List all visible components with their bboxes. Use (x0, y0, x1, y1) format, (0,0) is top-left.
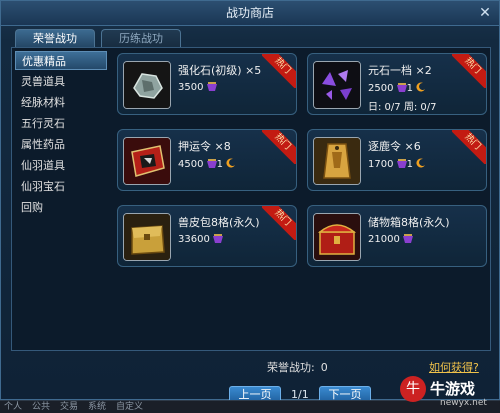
hot-ribbon: 热门 (262, 54, 296, 88)
honor-coin-icon (396, 159, 407, 168)
chat-tab-system[interactable]: 系统 (88, 401, 106, 413)
watermark-logo: 牛 (400, 376, 426, 402)
tab-honor-merit[interactable]: 荣誉战功 (15, 29, 95, 48)
sidebar-item-discount[interactable]: 优惠精品 (15, 51, 107, 70)
how-to-obtain-link[interactable]: 如何获得? (429, 359, 479, 375)
honor-coin-icon (206, 159, 217, 168)
storage-chest-icon (313, 213, 361, 261)
sidebar-item-five-elements[interactable]: 五行灵石 (15, 114, 107, 133)
item-name: 兽皮包8格(永久) (178, 216, 260, 229)
chat-tab-custom[interactable]: 自定义 (116, 401, 143, 413)
shop-window: 战功商店 ✕ 荣誉战功 历练战功 优惠精品 灵兽道具 经脉材料 五行灵石 属性药… (0, 0, 500, 404)
item-name: 逐鹿令 (368, 140, 401, 153)
item-price: 33600 (178, 234, 210, 245)
sidebar-item-buyback[interactable]: 回购 (15, 198, 107, 217)
category-sidebar: 优惠精品 灵兽道具 经脉材料 五行灵石 属性药品 仙羽道具 仙羽宝石 回购 (15, 51, 107, 347)
sidebar-item-wing-gems[interactable]: 仙羽宝石 (15, 177, 107, 196)
sidebar-item-meridian[interactable]: 经脉材料 (15, 93, 107, 112)
window-title: 战功商店 (225, 6, 274, 20)
item-price: 1700 (368, 159, 394, 170)
moon-count: 1 (406, 83, 414, 94)
item-name: 储物箱8格(永久) (368, 216, 450, 229)
hot-ribbon: 热门 (262, 130, 296, 164)
watermark: 牛 牛游戏 newyx.net (400, 374, 500, 412)
moon-icon (226, 158, 236, 168)
item-price: 21000 (368, 234, 400, 245)
chat-tab-trade[interactable]: 交易 (60, 401, 78, 413)
moon-count: 1 (406, 159, 414, 170)
chat-tab-personal[interactable]: 个人 (4, 401, 22, 413)
item-qty: ×2 (415, 64, 432, 77)
honor-label: 荣誉战功: (267, 361, 315, 374)
item-price: 4500 (178, 159, 204, 170)
sidebar-item-pet-items[interactable]: 灵兽道具 (15, 72, 107, 91)
moon-icon (416, 158, 426, 168)
moon-icon (416, 82, 426, 92)
yuan-stone-icon (313, 61, 361, 109)
sidebar-item-wing-items[interactable]: 仙羽道具 (15, 156, 107, 175)
hot-ribbon: 热门 (452, 54, 486, 88)
watermark-url: newyx.net (440, 398, 487, 408)
item-name: 强化石(初级) (178, 64, 242, 77)
honor-coin-icon (403, 234, 413, 243)
honor-coin-icon (396, 83, 407, 92)
shop-item-card[interactable]: 逐鹿令 ×6 1700 1 热门 (307, 129, 487, 191)
shop-item-card[interactable]: 元石一档 ×2 2500 1 日: 0/7 周: 0/7 热门 (307, 53, 487, 115)
moon-count: 1 (216, 159, 224, 170)
item-qty: ×5 (245, 64, 262, 77)
honor-coin-icon (206, 82, 217, 91)
sidebar-item-potions[interactable]: 属性药品 (15, 135, 107, 154)
window-titlebar: 战功商店 ✕ (1, 1, 499, 26)
tab-experience-merit[interactable]: 历练战功 (101, 29, 181, 48)
deer-token-icon (313, 137, 361, 185)
hot-ribbon: 热门 (452, 130, 486, 164)
item-qty: ×6 (404, 140, 421, 153)
honor-coin-icon (213, 234, 223, 243)
chat-tab-public[interactable]: 公共 (32, 401, 50, 413)
honor-value: 0 (320, 361, 328, 374)
close-icon[interactable]: ✕ (477, 5, 493, 21)
item-name: 押运令 (178, 140, 211, 153)
shop-item-card[interactable]: 兽皮包8格(永久) 33600 热门 (117, 205, 297, 267)
item-price: 3500 (178, 82, 204, 93)
hide-bag-icon (123, 213, 171, 261)
shop-item-card[interactable]: 强化石(初级) ×5 3500 热门 (117, 53, 297, 115)
item-qty: ×8 (214, 140, 231, 153)
watermark-brand: 牛游戏 (430, 380, 476, 398)
purchase-limit: 日: 0/7 周: 0/7 (368, 102, 437, 113)
hot-ribbon: 热门 (262, 206, 296, 240)
escort-token-icon (123, 137, 171, 185)
honor-balance: 荣誉战功: 0 (267, 359, 328, 375)
shop-item-card[interactable]: 押运令 ×8 4500 1 热门 (117, 129, 297, 191)
item-grid: 强化石(初级) ×5 3500 热门 元石一档 ×2 2500 1 日: 0/7… (117, 53, 489, 343)
strengthen-stone-icon (123, 61, 171, 109)
shop-item-card[interactable]: 储物箱8格(永久) 21000 (307, 205, 487, 267)
item-name: 元石一档 (368, 64, 412, 77)
item-price: 2500 (368, 83, 394, 94)
